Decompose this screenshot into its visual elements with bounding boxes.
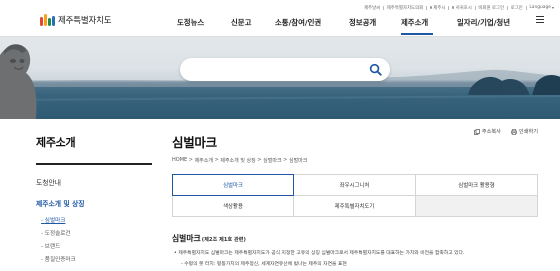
main-nav: 도정뉴스 신문고 소통/참여/인권 정보공개 제주소개 일자리/기업/청년 [177,14,527,35]
tab-signature[interactable]: 좌우시그니처 [293,174,416,196]
all-menu-icon[interactable] [536,15,544,23]
globe-icon [429,6,433,9]
breadcrumb-home[interactable]: HOME [172,157,187,164]
tab-symbol-usage[interactable]: 심벌마크 활용형 [415,174,538,196]
globe-icon [452,6,455,9]
util-link-council[interactable]: 제주특별자치도의회 [380,5,423,11]
lnb-title: 제주소개 [36,136,76,149]
nav-info-disclosure[interactable]: 정보공개 [349,14,383,30]
language-selector[interactable]: Language ▾ [523,5,554,10]
logo-text: 제주특별자치도 [58,16,112,26]
jeju-logo-mark-icon [40,14,55,26]
breadcrumb: HOME > 제주소개 > 제주소개 및 상징 > 심벌마크 > 심벌마크 [172,157,308,164]
util-link-login[interactable]: 로그인 [504,5,523,11]
description-bullet: 제주특별자치도 심벌마크는 제주특별자치도가 공식 지정한 고유의 상징 심벌마… [174,249,464,256]
lnb-subitem-brand[interactable]: 브랜드 [41,242,60,250]
util-label-seogwipo: 서귀포시 [455,5,472,11]
nav-sinmungo[interactable]: 신문고 [231,14,257,30]
util-link-guest-login[interactable]: 비회원 로그인 [472,5,504,11]
tab-provincial-flag[interactable]: 제주특별자치도기 [293,195,416,217]
lnb-subitem-quality-mark[interactable]: 품질인증마크 [41,255,76,263]
tab-empty-cell [415,195,538,217]
tab-color-usage[interactable]: 색상활용 [172,195,294,217]
breadcrumb-current: 심벌마크 [288,158,308,164]
link-icon [473,128,480,135]
page-title: 심벌마크 [172,135,217,150]
description-subbullet: 수평의 붓 터치: 평등가치의 제주정신, 세계자연유산에 빛나는 제주의 자연… [181,260,347,267]
breadcrumb-symbol-mark[interactable]: 심벌마크 [263,157,281,164]
util-link-seogwipo[interactable]: 서귀포시 [445,5,472,11]
copy-address-label: 주소복사 [481,129,501,135]
util-link-jeju-city[interactable]: 제주시 [423,5,445,11]
print-icon [511,128,517,135]
util-link-weather[interactable]: 제주날씨 [364,5,380,11]
section-title: 심벌마크(제2조 제1호 관련) [172,233,246,244]
site-logo[interactable]: 제주특별자치도 [40,13,112,27]
section-title-text: 심벌마크 [172,234,201,243]
breadcrumb-about[interactable]: 제주소개 [195,157,213,164]
utility-bar: 제주날씨 제주특별자치도의회 제주시 서귀포시 비회원 로그인 로그인 Lang… [364,3,554,12]
lnb-item-symbols[interactable]: 제주소개 및 상징 [36,198,85,208]
nav-participation[interactable]: 소통/참여/인권 [275,14,335,30]
section-note: (제2조 제1호 관련) [201,237,246,243]
nav-news[interactable]: 도정뉴스 [177,14,207,30]
lnb-subitem-slogan[interactable]: 도정슬로건 [41,229,71,237]
lnb-subitem-symbol-mark[interactable]: 심벌마크 [41,216,66,224]
language-label: Language [529,5,551,10]
tab-symbol-mark[interactable]: 심벌마크 [172,174,294,196]
print-label: 인쇄하기 [518,129,538,135]
util-label-jeju-city: 제주시 [433,5,446,11]
chevron-down-icon: ▾ [551,5,554,10]
nav-jobs[interactable]: 일자리/기업/청년 [457,14,527,30]
copy-address-button[interactable]: 주소복사 [473,128,501,135]
nav-about-jeju[interactable]: 제주소개 [401,14,433,35]
lnb-item-office-guide[interactable]: 도청안내 [36,177,61,187]
print-button[interactable]: 인쇄하기 [511,128,538,135]
breadcrumb-symbols[interactable]: 제주소개 및 상징 [220,157,255,164]
search-input[interactable] [180,58,390,81]
search-icon[interactable] [369,63,382,76]
lnb-divider [36,163,152,165]
page-tools: 주소복사 인쇄하기 [473,128,538,135]
